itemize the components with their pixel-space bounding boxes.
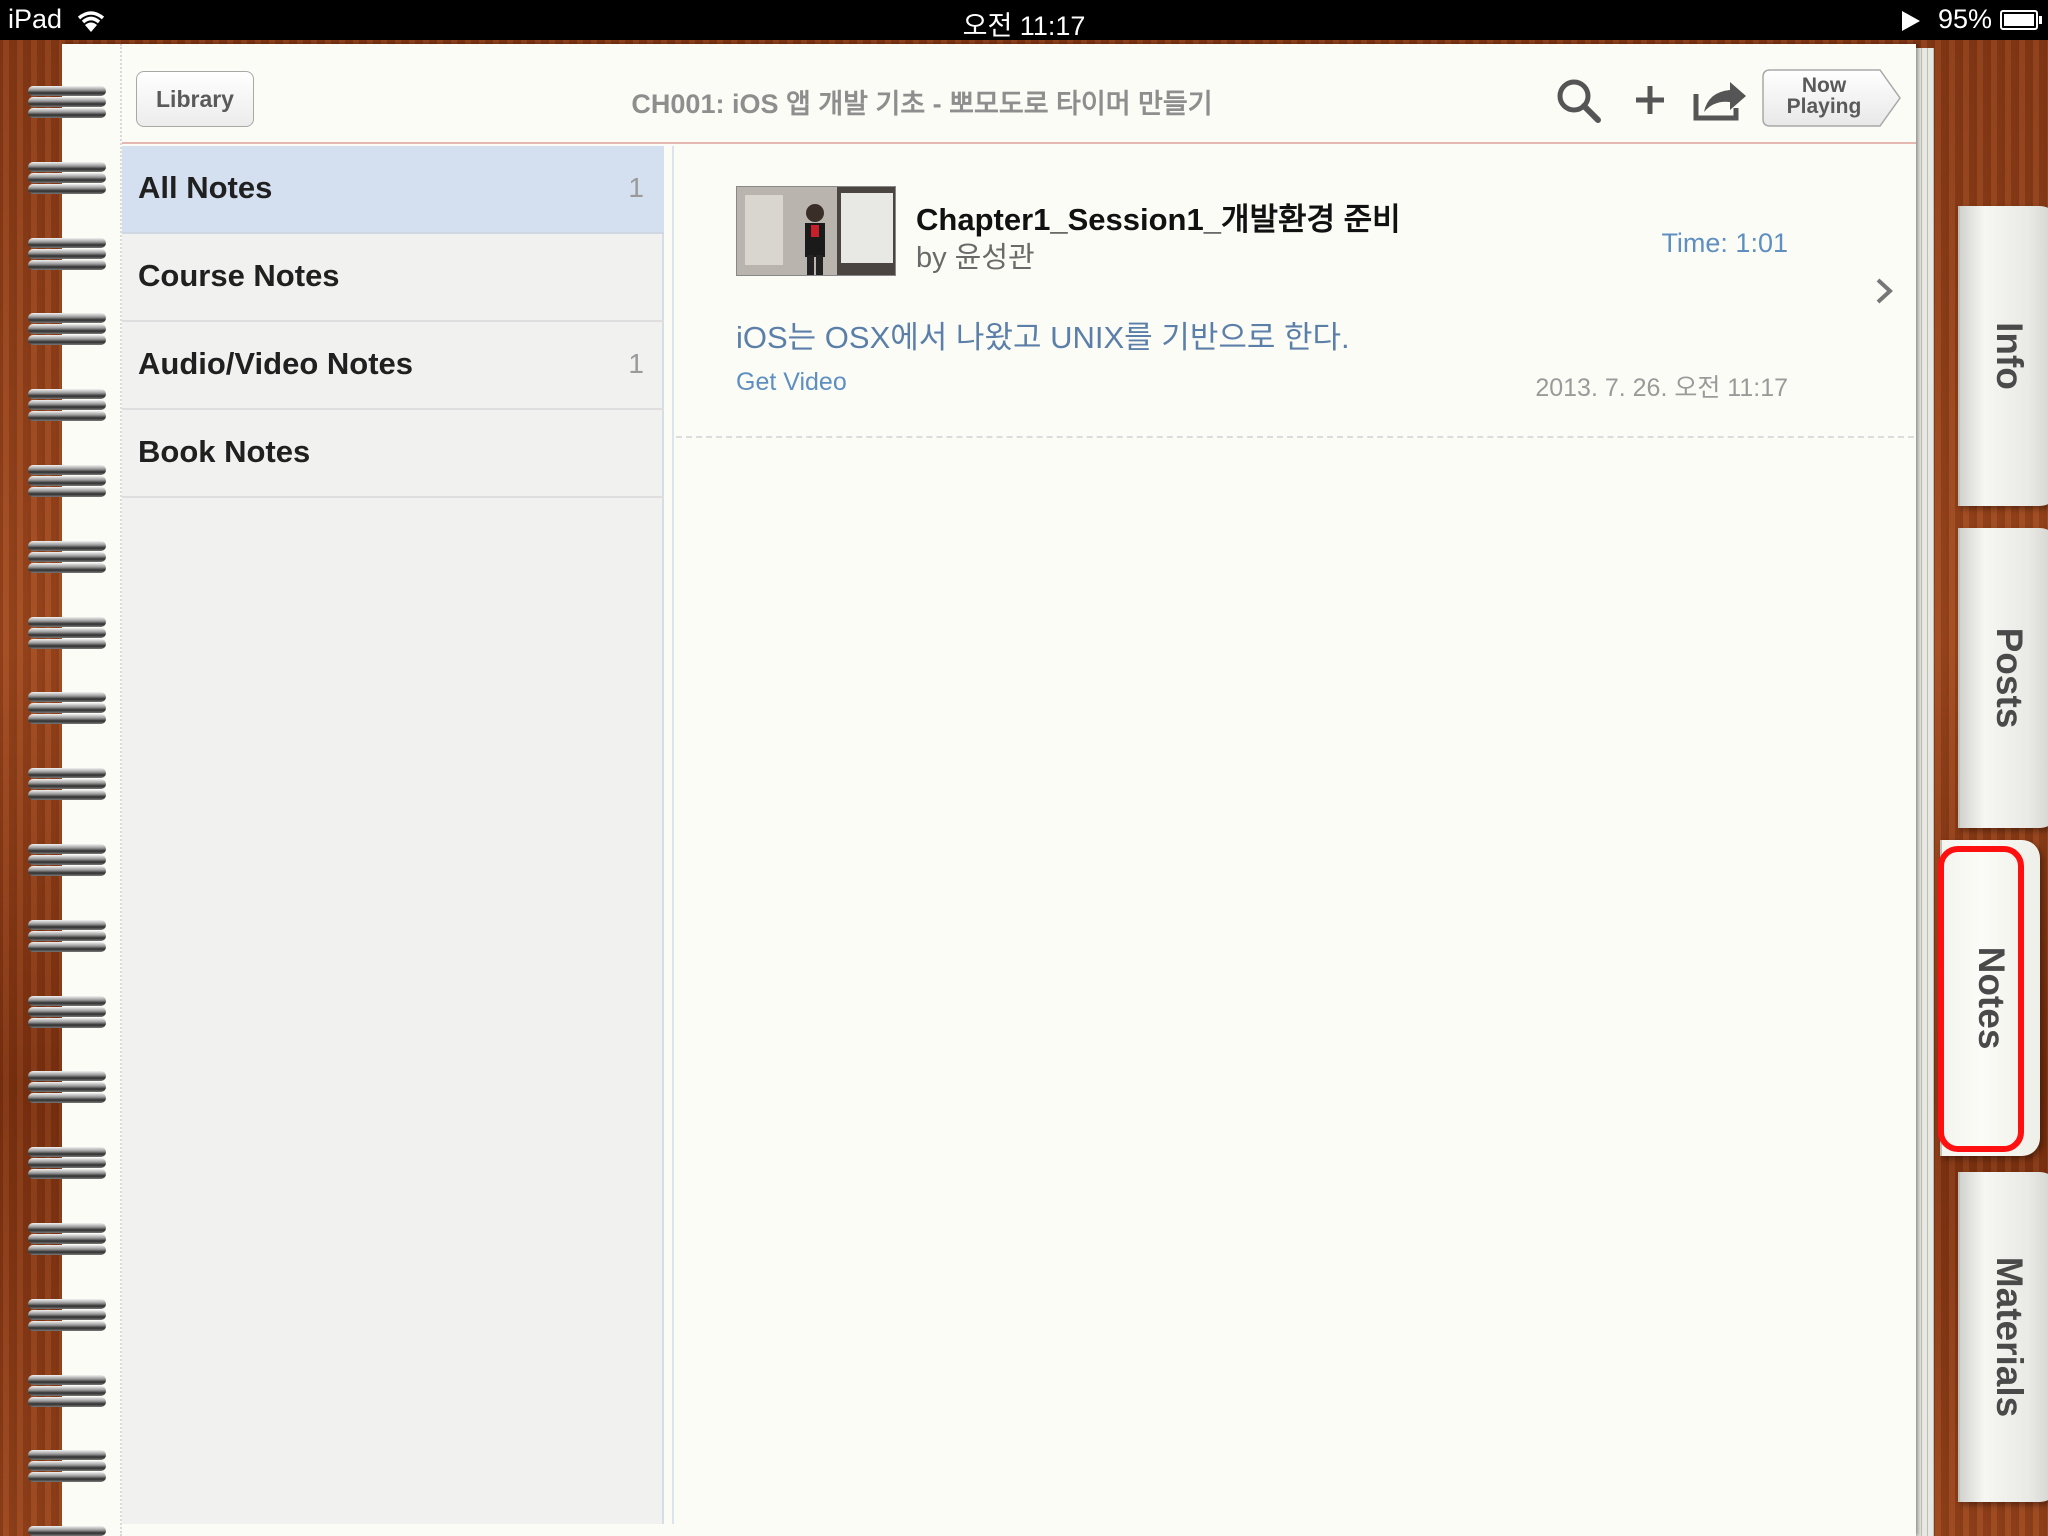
spiral-ring: [28, 1069, 106, 1105]
highlight-box: [1938, 846, 2024, 1152]
sidebar-item-label: Course Notes: [138, 258, 340, 293]
spiral-ring: [28, 766, 106, 802]
now-playing-line2: Playing: [1786, 95, 1862, 118]
note-timestamp: Time: 1:01: [1661, 228, 1788, 258]
spiral-ring: [28, 994, 106, 1030]
chevron-right-icon[interactable]: [1872, 276, 1896, 306]
battery-percent: 95%: [1938, 4, 1993, 34]
page-edge: [1928, 48, 1934, 1536]
tab-label: Info: [1989, 322, 2030, 390]
spiral-ring: [28, 1145, 106, 1181]
video-thumbnail[interactable]: [736, 186, 896, 276]
spiral-ring: [28, 842, 106, 878]
spiral-ring: [28, 1448, 106, 1484]
spiral-ring: [28, 1297, 106, 1333]
spiral-ring: [28, 539, 106, 575]
library-button[interactable]: Library: [136, 71, 254, 127]
spiral-ring: [28, 387, 106, 423]
course-title: CH001: iOS 앱 개발 기초 - 뽀모도로 타이머 만들기: [631, 89, 1213, 119]
spiral-ring: [28, 463, 106, 499]
spiral-ring: [28, 918, 106, 954]
sidebar-item-audio-video-notes[interactable]: Audio/Video Notes 1: [122, 322, 664, 410]
sidebar-item-label: Audio/Video Notes: [138, 346, 414, 381]
tab-label: Posts: [1989, 627, 2030, 729]
now-playing-line1: Now: [1801, 74, 1847, 97]
spiral-ring: [28, 615, 106, 651]
status-bar: iPad 오전 11:17 95%: [0, 0, 2048, 41]
get-video-link[interactable]: Get Video: [736, 368, 847, 397]
tab-posts[interactable]: Posts: [1958, 528, 2048, 828]
spiral-ring: [28, 160, 106, 196]
battery-icon: [2000, 10, 2042, 30]
share-icon[interactable]: [1692, 74, 1750, 126]
spiral-binding: [0, 40, 112, 1536]
toolbar: Library CH001: iOS 앱 개발 기초 - 뽀모도로 타이머 만들…: [122, 44, 1916, 144]
tab-info[interactable]: Info: [1958, 206, 2048, 506]
now-playing-button[interactable]: Now Playing: [1762, 69, 1902, 127]
note-body-text: iOS는 OSX에서 나왔고 UNIX를 기반으로 한다.: [736, 320, 1350, 355]
search-icon[interactable]: [1552, 74, 1604, 126]
spiral-ring: [28, 1221, 106, 1257]
play-status-icon: [1902, 11, 1920, 31]
spiral-ring: [28, 1373, 106, 1409]
spiral-ring: [28, 84, 106, 120]
notes-category-sidebar: All Notes 1 Course Notes Audio/Video Not…: [122, 146, 674, 1524]
spiral-ring: [28, 1524, 106, 1536]
note-date: 2013. 7. 26. 오전 11:17: [1535, 374, 1788, 402]
sidebar-item-book-notes[interactable]: Book Notes: [122, 410, 664, 498]
tab-label: Materials: [1989, 1256, 2030, 1418]
sidebar-item-all-notes[interactable]: All Notes 1: [122, 146, 664, 234]
sidebar-item-label: Book Notes: [138, 434, 311, 469]
sidebar-item-count: 1: [628, 172, 644, 203]
tab-materials[interactable]: Materials: [1958, 1172, 2048, 1502]
note-author: by 윤성관: [916, 242, 1035, 274]
note-video-title: Chapter1_Session1_개발환경 준비: [916, 202, 1401, 237]
sidebar-item-count: 1: [628, 348, 644, 379]
status-time: 오전 11:17: [962, 11, 1086, 41]
sidebar-item-label: All Notes: [138, 170, 273, 205]
spiral-ring: [28, 311, 106, 347]
note-list-item[interactable]: Chapter1_Session1_개발환경 준비 by 윤성관 Time: 1…: [676, 146, 1914, 438]
spiral-ring: [28, 236, 106, 272]
add-icon[interactable]: [1624, 74, 1676, 126]
sidebar-item-course-notes[interactable]: Course Notes: [122, 234, 664, 322]
spiral-ring: [28, 690, 106, 726]
